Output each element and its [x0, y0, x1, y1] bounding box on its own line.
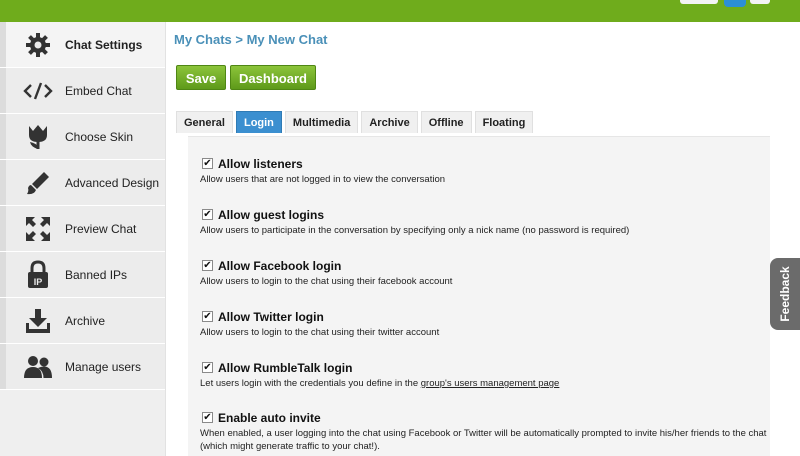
sidebar-item-label: Banned IPs: [65, 268, 128, 282]
tab-bar: General Login Multimedia Archive Offline…: [176, 111, 536, 133]
expand-arrows-icon: [22, 214, 54, 244]
option-allow-guest-logins: ✔ Allow guest logins Allow users to part…: [200, 208, 770, 237]
logo: [680, 0, 772, 10]
sidebar-item-archive[interactable]: Archive: [0, 298, 165, 344]
option-description: Allow users to login to the chat using t…: [200, 327, 440, 338]
brush-icon: [22, 168, 54, 198]
sidebar-item-label: Advanced Design: [65, 176, 160, 190]
users-icon: [22, 352, 54, 382]
sidebar-item-manage-users[interactable]: Manage users: [0, 344, 165, 390]
option-title: Enable auto invite: [218, 411, 321, 425]
allow-rumbletalk-login-checkbox[interactable]: ✔: [202, 362, 213, 373]
tab-general[interactable]: General: [176, 111, 233, 133]
tab-login[interactable]: Login: [235, 111, 282, 133]
download-icon: [22, 306, 54, 336]
sidebar-item-label: Choose Skin: [65, 130, 134, 144]
sidebar-item-label: Archive: [65, 314, 106, 328]
feedback-label: Feedback: [778, 266, 792, 322]
feedback-tab[interactable]: Feedback: [770, 258, 800, 330]
option-description: Allow users to login to the chat using t…: [200, 276, 453, 287]
main-content: My Chats > My New Chat Save Dashboard Ge…: [166, 22, 770, 456]
allow-twitter-login-checkbox[interactable]: ✔: [202, 311, 213, 322]
sidebar-item-label: Preview Chat: [65, 222, 137, 236]
top-bar: [0, 0, 800, 22]
sidebar-item-choose-skin[interactable]: Choose Skin: [0, 114, 165, 160]
sidebar-item-banned-ips[interactable]: IP Banned IPs: [0, 252, 165, 298]
option-title: Allow guest logins: [218, 208, 325, 222]
ip-lock-icon: IP: [22, 260, 54, 290]
sidebar: Chat Settings Embed Chat Choose Skin Adv…: [0, 22, 166, 456]
sidebar-item-embed-chat[interactable]: Embed Chat: [0, 68, 165, 114]
option-description: Allow users to participate in the conver…: [200, 225, 630, 236]
save-button[interactable]: Save: [176, 65, 226, 90]
option-title: Allow Twitter login: [218, 310, 324, 324]
sidebar-item-label: Embed Chat: [65, 84, 132, 98]
users-management-link[interactable]: group's users management page: [421, 378, 560, 389]
sidebar-item-label: Manage users: [65, 360, 142, 374]
gear-icon: [22, 30, 54, 60]
option-allow-facebook-login: ✔ Allow Facebook login Allow users to lo…: [200, 259, 770, 288]
option-title: Allow Facebook login: [218, 259, 342, 273]
breadcrumb[interactable]: My Chats > My New Chat: [174, 32, 328, 47]
code-icon: [22, 76, 54, 106]
option-allow-twitter-login: ✔ Allow Twitter login Allow users to log…: [200, 310, 770, 339]
svg-text:IP: IP: [34, 277, 43, 287]
tab-archive[interactable]: Archive: [361, 111, 418, 133]
login-settings-panel: ✔ Allow listeners Allow users that are n…: [188, 136, 770, 456]
option-title: Allow listeners: [218, 157, 303, 171]
option-allow-listeners: ✔ Allow listeners Allow users that are n…: [200, 157, 770, 186]
allow-facebook-login-checkbox[interactable]: ✔: [202, 260, 213, 271]
sidebar-item-label: Chat Settings: [65, 38, 143, 52]
allow-listeners-checkbox[interactable]: ✔: [202, 158, 213, 169]
option-description: Allow users that are not logged in to vi…: [200, 174, 446, 185]
tab-floating[interactable]: Floating: [474, 111, 534, 133]
dashboard-button[interactable]: Dashboard: [230, 65, 316, 90]
allow-guest-logins-checkbox[interactable]: ✔: [202, 209, 213, 220]
tulip-icon: [22, 122, 54, 152]
sidebar-item-preview-chat[interactable]: Preview Chat: [0, 206, 165, 252]
option-title: Allow RumbleTalk login: [218, 361, 353, 375]
sidebar-item-chat-settings[interactable]: Chat Settings: [0, 22, 165, 68]
tab-multimedia[interactable]: Multimedia: [284, 111, 359, 133]
sidebar-item-advanced-design[interactable]: Advanced Design: [0, 160, 165, 206]
option-description: When enabled, a user logging into the ch…: [200, 428, 767, 452]
enable-auto-invite-checkbox[interactable]: ✔: [202, 412, 213, 423]
option-enable-auto-invite: ✔ Enable auto invite When enabled, a use…: [200, 411, 770, 453]
option-description: Let users login with the credentials you…: [200, 378, 560, 389]
tab-offline[interactable]: Offline: [420, 111, 472, 133]
option-allow-rumbletalk-login: ✔ Allow RumbleTalk login Let users login…: [200, 361, 770, 390]
